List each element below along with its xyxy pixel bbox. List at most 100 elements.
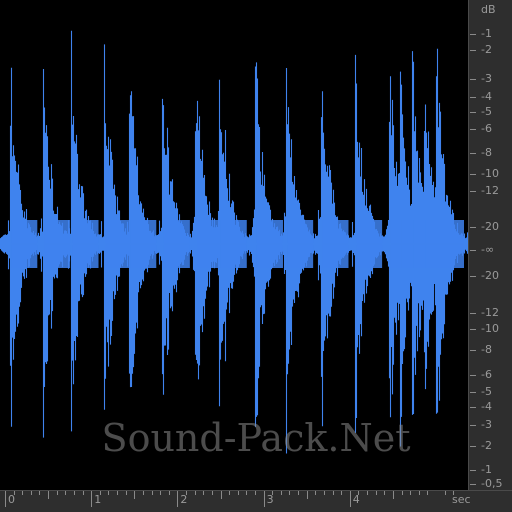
time-minor-tick	[220, 491, 222, 499]
time-minor-tick	[13, 491, 15, 495]
time-minor-tick	[211, 491, 213, 495]
db-scale-label: -20	[481, 220, 499, 233]
time-minor-tick	[427, 491, 429, 495]
db-tick	[470, 50, 476, 51]
db-tick	[470, 276, 476, 277]
time-minor-tick	[160, 491, 162, 495]
time-minor-tick	[194, 491, 196, 495]
time-minor-tick	[151, 491, 153, 495]
time-minor-tick	[142, 491, 144, 495]
time-minor-tick	[246, 491, 248, 495]
time-ruler[interactable]: 0 1 2 3 4 sec	[0, 490, 512, 512]
time-minor-tick	[56, 491, 58, 495]
time-minor-tick	[392, 491, 394, 499]
time-minor-tick	[65, 491, 67, 495]
db-scale-label: -0,5	[481, 477, 503, 490]
time-minor-tick	[367, 491, 369, 495]
time-minor-tick	[298, 491, 300, 495]
db-scale-label: -12	[481, 184, 499, 197]
time-tick	[5, 491, 6, 507]
db-scale-label: -2	[481, 439, 492, 452]
time-minor-tick	[30, 491, 32, 495]
time-minor-tick	[358, 491, 360, 495]
db-tick	[470, 191, 476, 192]
time-minor-tick	[410, 491, 412, 495]
db-ruler: dB -1 -2 -3 -4 -5 -6 -8 -10 -12 -20 -∞ -20 -12 -10 -8 -…	[468, 0, 512, 490]
db-scale-label: -5	[481, 385, 492, 398]
db-scale-label: -6	[481, 122, 492, 135]
db-scale-label: -10	[481, 167, 499, 180]
time-minor-tick	[254, 491, 256, 495]
time-scale-label: 2	[180, 493, 188, 506]
time-tick	[349, 491, 351, 507]
db-tick	[470, 313, 476, 314]
time-scale-label: 4	[352, 493, 360, 506]
audio-editor-view: dB -1 -2 -3 -4 -5 -6 -8 -10 -12 -20 -∞ -20 -12 -10 -8-…	[0, 0, 512, 512]
time-minor-tick	[323, 491, 325, 495]
time-scale-label: 3	[266, 493, 274, 506]
db-scale-label: -3	[481, 418, 492, 431]
time-minor-tick	[272, 491, 274, 495]
db-tick	[470, 446, 476, 447]
waveform-graphic	[0, 30, 468, 454]
time-minor-tick	[48, 491, 50, 499]
db-tick	[470, 392, 476, 393]
db-tick	[470, 484, 476, 485]
db-scale-label: -4	[481, 90, 492, 103]
time-minor-tick	[280, 491, 282, 495]
time-minor-tick	[332, 491, 334, 495]
time-minor-tick	[186, 491, 188, 495]
time-minor-tick	[375, 491, 377, 495]
db-scale-label: -20	[481, 269, 499, 282]
db-tick	[470, 329, 476, 330]
time-minor-tick	[39, 491, 41, 495]
time-scale-label: 0	[8, 493, 15, 506]
db-scale-label: -2	[481, 43, 492, 56]
time-minor-tick	[444, 491, 446, 495]
db-tick	[470, 227, 476, 228]
waveform-display[interactable]	[0, 0, 468, 490]
time-minor-tick	[306, 491, 308, 499]
db-scale-label: -8	[481, 146, 492, 159]
db-scale-label: -5	[481, 105, 492, 118]
db-tick	[470, 250, 476, 251]
db-tick	[470, 34, 476, 35]
db-scale-label: -8	[481, 343, 492, 356]
db-tick	[470, 425, 476, 426]
db-scale-label: -1	[481, 463, 492, 476]
db-tick	[470, 407, 476, 408]
time-tick	[263, 491, 265, 507]
db-tick	[470, 129, 476, 130]
db-tick	[470, 350, 476, 351]
time-minor-tick	[125, 491, 127, 495]
db-scale-label: -6	[481, 368, 492, 381]
db-scale-label: -12	[481, 306, 499, 319]
db-unit-label: dB	[481, 3, 496, 16]
time-minor-tick	[99, 491, 101, 495]
time-minor-tick	[289, 491, 291, 495]
time-minor-tick	[229, 491, 231, 495]
db-tick	[470, 79, 476, 80]
time-minor-tick	[341, 491, 343, 495]
time-minor-tick	[418, 491, 420, 495]
time-unit-label: sec	[452, 493, 471, 506]
db-scale-label: -10	[481, 322, 499, 335]
time-minor-tick	[108, 491, 110, 495]
time-tick	[177, 491, 179, 507]
time-minor-tick	[401, 491, 403, 495]
time-minor-tick	[22, 491, 24, 495]
db-tick	[470, 112, 476, 113]
db-tick	[470, 153, 476, 154]
time-minor-tick	[168, 491, 170, 495]
db-tick	[470, 97, 476, 98]
db-scale-label: -∞	[481, 243, 495, 256]
time-scale-label: 1	[94, 493, 102, 506]
time-minor-tick	[315, 491, 317, 495]
time-minor-tick	[203, 491, 205, 495]
db-scale-label: -3	[481, 72, 492, 85]
db-tick	[470, 470, 476, 471]
db-scale-label: -1	[481, 27, 492, 40]
db-tick	[470, 174, 476, 175]
time-minor-tick	[237, 491, 239, 495]
db-tick	[470, 375, 476, 376]
